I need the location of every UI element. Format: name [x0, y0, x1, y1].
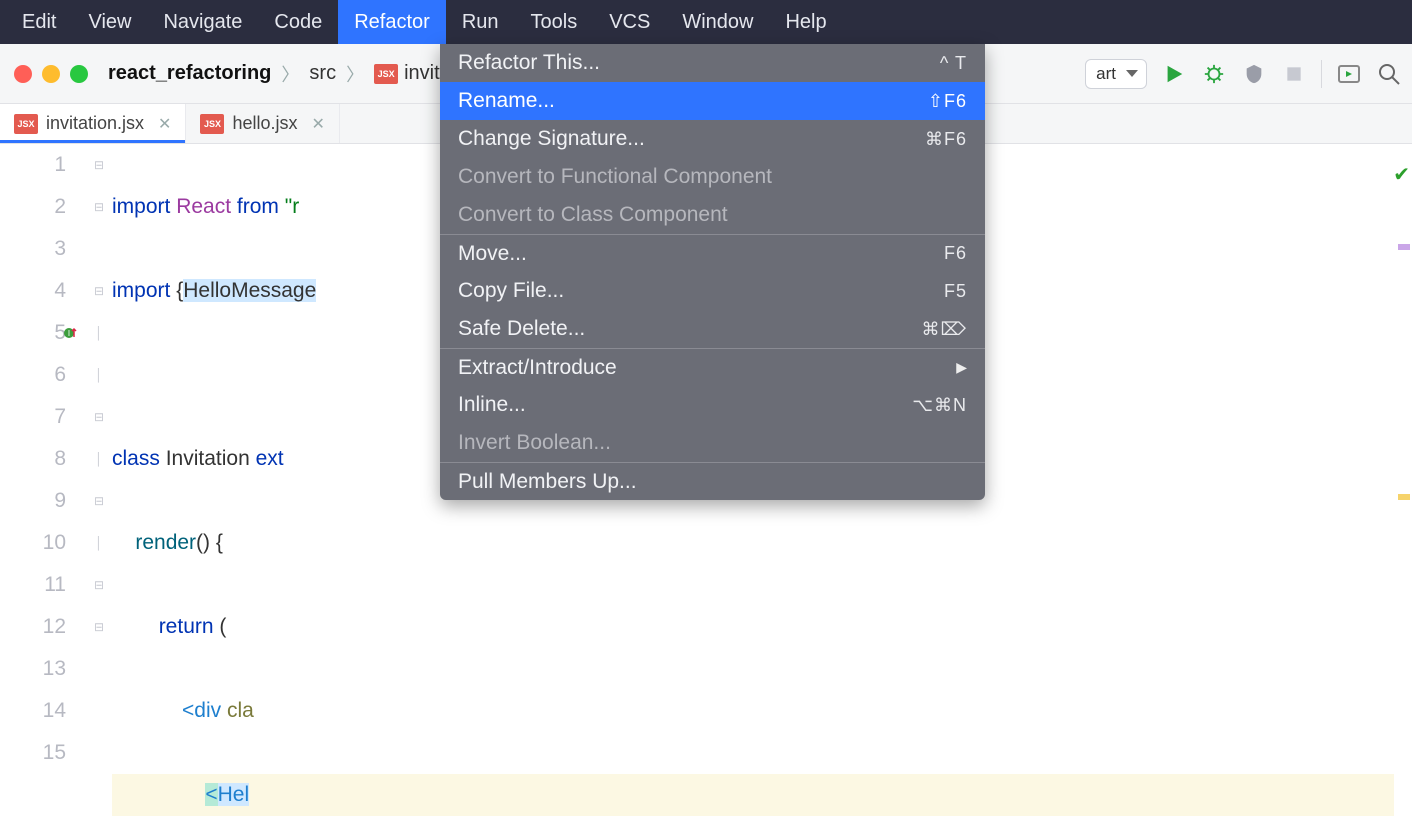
fold-icon[interactable]: ⊟: [90, 270, 108, 312]
fold-icon[interactable]: ⊟: [90, 480, 108, 522]
chevron-right-icon: 〉: [346, 61, 364, 87]
menu-view[interactable]: View: [72, 0, 147, 44]
menubar: Edit View Navigate Code Refactor Run Too…: [0, 0, 1412, 44]
chevron-right-icon: 〉: [281, 61, 299, 87]
fold-icon[interactable]: │: [90, 312, 108, 354]
menu-item-label: Extract/Introduce: [458, 356, 617, 380]
line-gutter: 1 2 3 4 5 6 7 8 9 10 11 12 13 14 15 I: [0, 144, 90, 834]
shortcut-label: F6: [944, 243, 967, 264]
run-toolbar: art: [1085, 44, 1402, 103]
menu-item-label: Rename...: [458, 89, 555, 113]
implement-method-icon[interactable]: I: [54, 312, 88, 354]
shortcut-label: ^ T: [940, 53, 967, 74]
line-number: 9: [0, 480, 70, 522]
menu-change-signature[interactable]: Change Signature... ⌘F6: [440, 120, 985, 158]
menu-item-label: Copy File...: [458, 279, 564, 303]
close-tab-icon[interactable]: ✕: [311, 114, 324, 134]
shortcut-label: ⌥⌘N: [912, 395, 967, 416]
run-icon[interactable]: [1161, 61, 1187, 87]
coverage-icon[interactable]: [1241, 61, 1267, 87]
menu-item-label: Move...: [458, 242, 527, 266]
chevron-down-icon: [1126, 70, 1138, 77]
chevron-right-icon: ▶: [956, 359, 967, 376]
shortcut-label: F5: [944, 281, 967, 302]
menu-item-label: Inline...: [458, 393, 526, 417]
inspection-ok-icon[interactable]: ✔: [1393, 154, 1410, 196]
menu-invert-boolean: Invert Boolean...: [440, 424, 985, 462]
right-marker-bar: ✔: [1394, 144, 1412, 834]
fold-icon[interactable]: ⊟: [90, 564, 108, 606]
line-number: 12: [0, 606, 70, 648]
jsx-file-icon: JSX: [14, 114, 38, 134]
menu-copy-file[interactable]: Copy File... F5: [440, 272, 985, 310]
tab-label: hello.jsx: [232, 113, 297, 134]
menu-edit[interactable]: Edit: [6, 0, 72, 44]
menu-item-label: Convert to Class Component: [458, 203, 728, 227]
warning-marker[interactable]: [1398, 494, 1410, 500]
debug-icon[interactable]: [1201, 61, 1227, 87]
breadcrumb-folder[interactable]: src: [309, 62, 336, 85]
menu-pull-members-up[interactable]: Pull Members Up...: [440, 462, 985, 500]
svg-text:I: I: [68, 329, 70, 338]
fold-icon[interactable]: ⊟: [90, 396, 108, 438]
line-number: 7: [0, 396, 70, 438]
menu-item-label: Pull Members Up...: [458, 470, 637, 494]
breadcrumb-project[interactable]: react_refactoring: [108, 62, 271, 85]
line-number: 14: [0, 690, 70, 732]
menu-item-label: Convert to Functional Component: [458, 165, 772, 189]
breadcrumb: react_refactoring 〉 src 〉 JSX invitat: [108, 61, 456, 87]
menu-tools[interactable]: Tools: [515, 0, 594, 44]
tab-label: invitation.jsx: [46, 113, 144, 134]
menu-extract-introduce[interactable]: Extract/Introduce ▶: [440, 348, 985, 386]
close-tab-icon[interactable]: ✕: [158, 114, 171, 134]
line-number: 15: [0, 732, 70, 774]
warning-marker[interactable]: [1398, 244, 1410, 250]
tab-hello[interactable]: JSX hello.jsx ✕: [186, 104, 339, 143]
fold-icon[interactable]: ⊟: [90, 186, 108, 228]
shortcut-label: ⇧F6: [928, 91, 967, 112]
menu-safe-delete[interactable]: Safe Delete... ⌘⌦: [440, 310, 985, 348]
menu-window[interactable]: Window: [666, 0, 769, 44]
menu-navigate[interactable]: Navigate: [147, 0, 258, 44]
run-anything-icon[interactable]: [1336, 61, 1362, 87]
menu-help[interactable]: Help: [769, 0, 842, 44]
menu-convert-class: Convert to Class Component: [440, 196, 985, 234]
shortcut-label: ⌘F6: [925, 129, 967, 150]
jsx-file-icon: JSX: [374, 64, 398, 84]
zoom-window-icon[interactable]: [70, 65, 88, 83]
menu-item-label: Invert Boolean...: [458, 431, 611, 455]
tab-invitation[interactable]: JSX invitation.jsx ✕: [0, 104, 186, 143]
menu-item-label: Safe Delete...: [458, 317, 585, 341]
menu-refactor-this[interactable]: Refactor This... ^ T: [440, 44, 985, 82]
minimize-window-icon[interactable]: [42, 65, 60, 83]
line-number: 6: [0, 354, 70, 396]
shortcut-label: ⌘⌦: [922, 319, 967, 340]
menu-convert-functional: Convert to Functional Component: [440, 158, 985, 196]
line-number: 13: [0, 648, 70, 690]
menu-vcs[interactable]: VCS: [593, 0, 666, 44]
line-number: 10: [0, 522, 70, 564]
window-controls: [8, 65, 98, 83]
refactor-menu-dropdown: Refactor This... ^ T Rename... ⇧F6 Chang…: [440, 44, 985, 500]
run-config-label: art: [1096, 64, 1116, 84]
fold-icon[interactable]: ⊟: [90, 144, 108, 186]
menu-item-label: Change Signature...: [458, 127, 645, 151]
menu-move[interactable]: Move... F6: [440, 234, 985, 272]
run-config-select[interactable]: art: [1085, 59, 1147, 89]
menu-run[interactable]: Run: [446, 0, 515, 44]
line-number: 11: [0, 564, 70, 606]
search-icon[interactable]: [1376, 61, 1402, 87]
jsx-file-icon: JSX: [200, 114, 224, 134]
line-number: 8: [0, 438, 70, 480]
menu-refactor[interactable]: Refactor: [338, 0, 446, 44]
fold-icon[interactable]: ⊟: [90, 606, 108, 648]
menu-inline[interactable]: Inline... ⌥⌘N: [440, 386, 985, 424]
menu-rename[interactable]: Rename... ⇧F6: [440, 82, 985, 120]
stop-icon[interactable]: [1281, 61, 1307, 87]
menu-code[interactable]: Code: [258, 0, 338, 44]
close-window-icon[interactable]: [14, 65, 32, 83]
fold-gutter: ⊟ ⊟ ⊟ │ │ ⊟ │ ⊟ │ ⊟ ⊟: [90, 144, 108, 834]
menu-item-label: Refactor This...: [458, 51, 600, 75]
